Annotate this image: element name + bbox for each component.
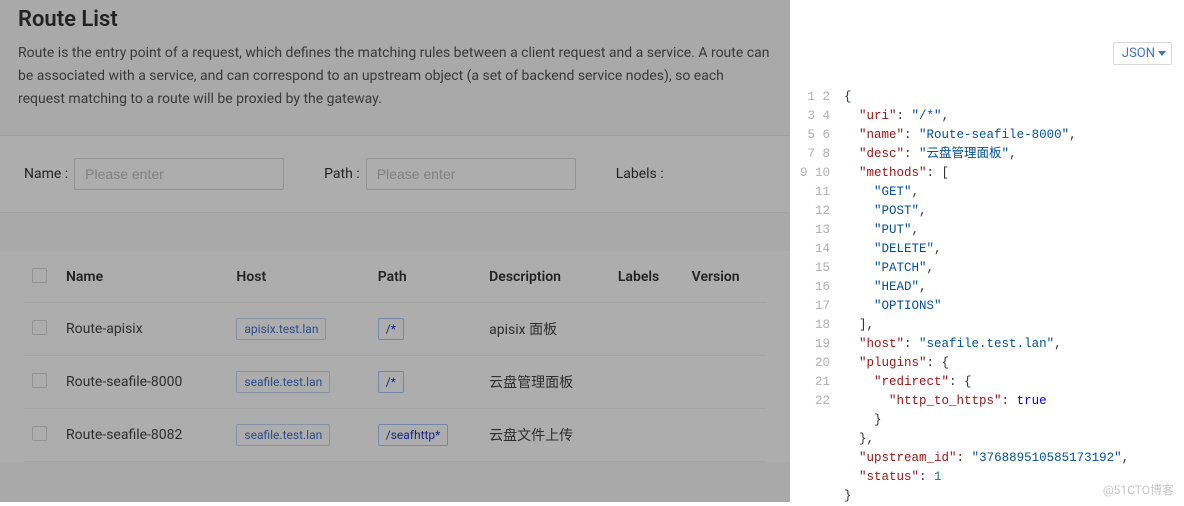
path-tag: /*: [378, 318, 404, 340]
col-name[interactable]: Name: [58, 251, 228, 303]
filter-path: Path :: [324, 158, 576, 190]
cell-name: Route-apisix: [58, 303, 228, 356]
cell-labels: [610, 409, 684, 462]
row-checkbox[interactable]: [32, 426, 47, 441]
cell-host: seafile.test.lan: [228, 409, 369, 462]
route-list-panel: Route List Route is the entry point of a…: [0, 0, 790, 502]
filter-labels-label: Labels :: [616, 166, 664, 182]
cell-version: [684, 303, 766, 356]
cell-host: apisix.test.lan: [228, 303, 369, 356]
watermark: @51CTO博客: [1103, 481, 1174, 498]
filter-bar: Name : Path : Labels :: [0, 135, 790, 213]
host-tag: seafile.test.lan: [236, 424, 330, 446]
cell-description: 云盘文件上传: [481, 409, 610, 462]
filter-labels: Labels :: [616, 166, 664, 182]
host-tag: apisix.test.lan: [236, 318, 326, 340]
cell-path: /*: [370, 303, 481, 356]
json-editor[interactable]: 1 2 3 4 5 6 7 8 9 10 11 12 13 14 15 16 1…: [800, 88, 1170, 506]
cell-host: seafile.test.lan: [228, 356, 369, 409]
line-gutter: 1 2 3 4 5 6 7 8 9 10 11 12 13 14 15 16 1…: [800, 88, 844, 506]
filter-path-label: Path :: [324, 166, 360, 182]
cell-path: /seafhttp*: [370, 409, 481, 462]
page-title: Route List: [0, 0, 790, 42]
route-table: Name Host Path Description Labels Versio…: [24, 251, 766, 462]
col-description[interactable]: Description: [481, 251, 610, 303]
cell-description: apisix 面板: [481, 303, 610, 356]
table-row[interactable]: Route-seafile-8082 seafile.test.lan/seafh…: [24, 409, 766, 462]
cell-name: Route-seafile-8082: [58, 409, 228, 462]
select-all-checkbox[interactable]: [32, 268, 47, 283]
path-tag: /seafhttp*: [378, 424, 449, 446]
cell-version: [684, 356, 766, 409]
json-code[interactable]: { "uri": "/*", "name": "Route-seafile-80…: [844, 88, 1129, 506]
row-checkbox[interactable]: [32, 320, 47, 335]
cell-version: [684, 409, 766, 462]
col-labels[interactable]: Labels: [610, 251, 684, 303]
filter-name-input[interactable]: [74, 158, 284, 190]
col-path[interactable]: Path: [370, 251, 481, 303]
cell-name: Route-seafile-8000: [58, 356, 228, 409]
page-description: Route is the entry point of a request, w…: [0, 42, 790, 125]
col-host[interactable]: Host: [228, 251, 369, 303]
table-header-row: Name Host Path Description Labels Versio…: [24, 251, 766, 303]
format-selector[interactable]: JSON: [1113, 42, 1172, 65]
route-detail-panel: JSON 1 2 3 4 5 6 7 8 9 10 11 12 13 14 15…: [790, 0, 1184, 502]
filter-name: Name :: [24, 158, 284, 190]
table-row[interactable]: Route-apisix apisix.test.lan /* apisix 面板: [24, 303, 766, 356]
cell-labels: [610, 303, 684, 356]
col-version[interactable]: Version: [684, 251, 766, 303]
filter-path-input[interactable]: [366, 158, 576, 190]
route-table-wrap: Name Host Path Description Labels Versio…: [0, 251, 790, 462]
table-row[interactable]: Route-seafile-8000 seafile.test.lan /* 云盘管理…: [24, 356, 766, 409]
filter-name-label: Name :: [24, 166, 68, 182]
row-checkbox[interactable]: [32, 373, 47, 388]
cell-labels: [610, 356, 684, 409]
path-tag: /*: [378, 371, 404, 393]
cell-path: /*: [370, 356, 481, 409]
cell-description: 云盘管理面板: [481, 356, 610, 409]
host-tag: seafile.test.lan: [236, 371, 330, 393]
